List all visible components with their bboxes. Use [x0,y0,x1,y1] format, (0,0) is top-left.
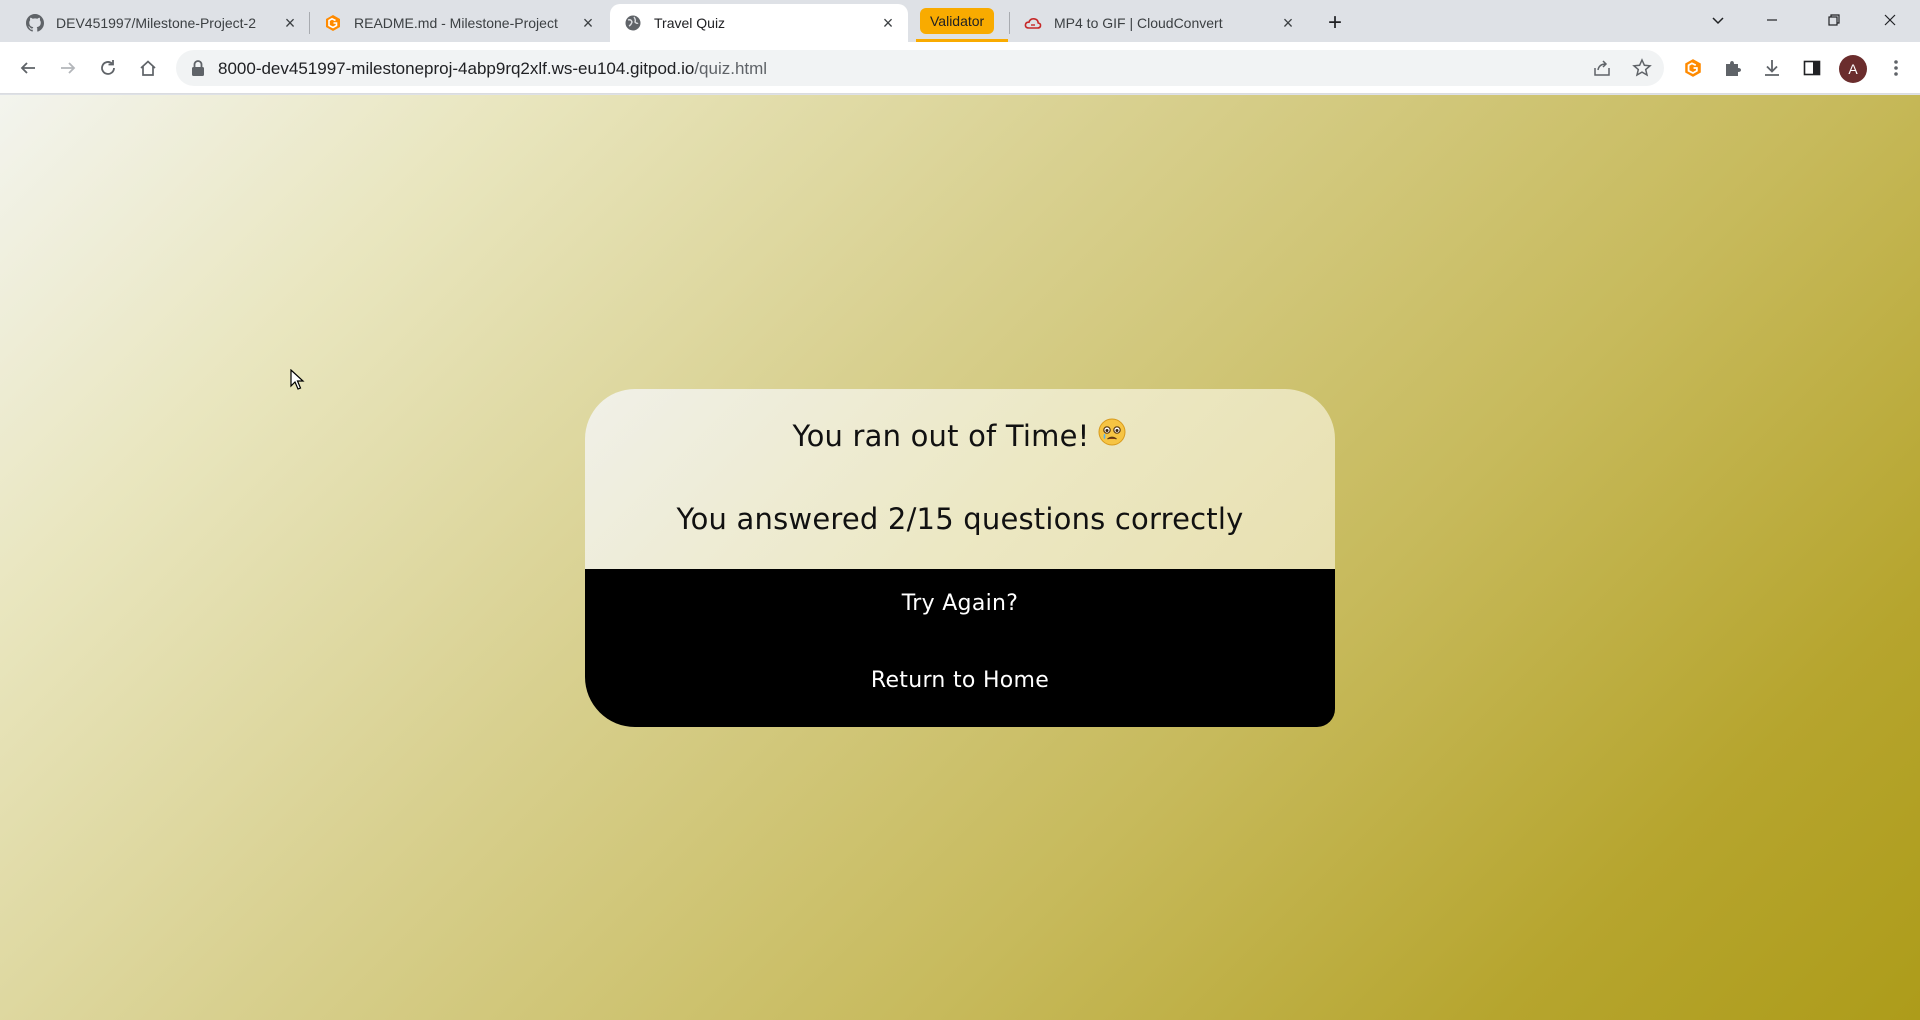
back-icon[interactable] [14,54,42,82]
gitpod-extension-icon[interactable] [1679,54,1707,82]
return-home-button[interactable]: Return to Home [585,668,1335,693]
mouse-cursor-icon [290,368,306,391]
lock-icon[interactable] [190,59,206,77]
cloudconvert-icon [1024,14,1042,32]
tab-readme[interactable]: README.md - Milestone-Project × [310,4,608,42]
result-summary: You ran out of Time! You answered 2/15 q… [585,389,1335,569]
timeout-message: You ran out of Time! [793,417,1128,454]
new-tab-button[interactable]: + [1320,8,1350,38]
forward-icon[interactable] [54,54,82,82]
minimize-icon[interactable] [1746,0,1798,40]
url-path: /quiz.html [694,59,768,78]
tab-title: MP4 to GIF | CloudConvert [1054,15,1223,31]
github-icon [26,14,44,32]
tab-travel-quiz[interactable]: Travel Quiz × [610,4,908,42]
crying-face-icon [1097,417,1127,454]
tab-title: Travel Quiz [654,15,726,31]
extensions-puzzle-icon[interactable] [1718,54,1746,82]
tab-search-chevron-icon[interactable] [1692,0,1744,40]
tab-github[interactable]: DEV451997/Milestone-Project-2 × [12,4,310,42]
profile-avatar[interactable]: A [1839,55,1867,83]
menu-kebab-icon[interactable] [1882,54,1910,82]
close-icon[interactable]: × [280,13,300,33]
try-again-button[interactable]: Try Again? [585,591,1335,616]
share-icon[interactable] [1590,56,1614,80]
timeout-text: You ran out of Time! [792,418,1090,453]
side-panel-icon[interactable] [1798,54,1826,82]
download-icon[interactable] [1758,54,1786,82]
tab-title: DEV451997/Milestone-Project-2 [56,15,256,31]
restore-icon[interactable] [1808,0,1860,40]
url-host: 8000-dev451997-milestoneproj-4abp9rq2xlf… [218,59,695,78]
result-actions: Try Again? Return to Home [585,569,1335,727]
page-viewport: You ran out of Time! You answered 2/15 q… [0,95,1920,1020]
result-card: You ran out of Time! You answered 2/15 q… [585,389,1335,727]
tab-cloudconvert[interactable]: MP4 to GIF | CloudConvert × [1010,4,1308,42]
url-text: 8000-dev451997-milestoneproj-4abp9rq2xlf… [218,59,767,79]
close-icon[interactable]: × [578,13,598,33]
tab-group-validator[interactable]: Validator [920,8,995,34]
tab-strip: DEV451997/Milestone-Project-2 × README.m… [0,0,1920,42]
home-icon[interactable] [134,54,162,82]
reload-icon[interactable] [94,54,122,82]
browser-toolbar: 8000-dev451997-milestoneproj-4abp9rq2xlf… [0,42,1920,94]
globe-icon [624,14,642,32]
close-window-icon[interactable] [1864,0,1916,40]
gitpod-icon [324,14,342,32]
close-icon[interactable]: × [878,13,898,33]
address-bar[interactable]: 8000-dev451997-milestoneproj-4abp9rq2xlf… [176,50,1664,86]
tab-title: README.md - Milestone-Project [354,15,558,31]
score-text: You answered 2/15 questions correctly [676,502,1244,536]
bookmark-star-icon[interactable] [1630,56,1654,80]
close-icon[interactable]: × [1278,13,1298,33]
